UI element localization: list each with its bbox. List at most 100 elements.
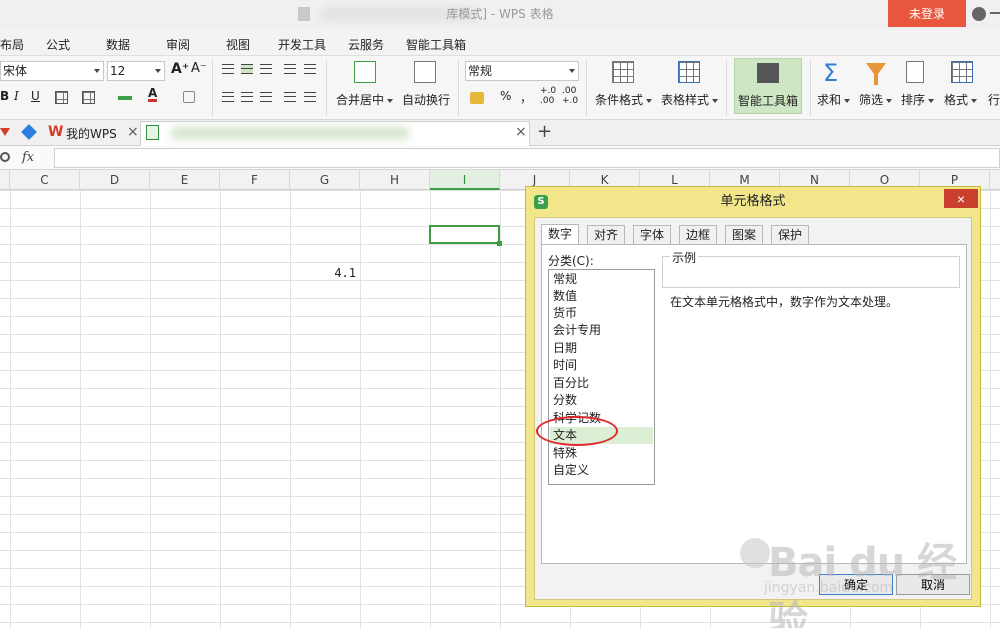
column-header-partial[interactable]	[0, 170, 10, 190]
row-column-button[interactable]: 行	[988, 91, 1000, 108]
align-top-icon[interactable]	[222, 64, 234, 74]
tab-number[interactable]: 数字	[541, 224, 580, 245]
tab-close-document[interactable]: ×	[515, 124, 527, 140]
category-number[interactable]: 数值	[550, 288, 653, 305]
menu-formula[interactable]: 公式	[46, 36, 70, 53]
tab-protection[interactable]: 保护	[771, 225, 810, 244]
category-date[interactable]: 日期	[550, 340, 653, 357]
fill-pattern-icon[interactable]	[82, 91, 95, 104]
align-bottom-icon[interactable]	[260, 64, 272, 74]
category-fraction[interactable]: 分数	[550, 392, 653, 409]
document-tab-bar: W 我的WPS × × +	[0, 120, 1000, 146]
align-right-icon[interactable]	[260, 92, 272, 102]
category-list[interactable]: 常规 数值 货币 会计专用 日期 时间 百分比 分数 科学记数 文本 特殊 自定…	[548, 269, 655, 485]
column-header-i[interactable]: I	[430, 170, 500, 190]
menu-cloud[interactable]: 云服务	[348, 36, 384, 53]
minimize-icon[interactable]	[990, 12, 1000, 14]
align-left-icon[interactable]	[222, 92, 234, 102]
sort-icon[interactable]	[906, 61, 924, 83]
menu-data[interactable]: 数据	[106, 36, 130, 53]
cell-g-value[interactable]: 4.1	[300, 266, 356, 280]
category-percentage[interactable]: 百分比	[550, 375, 653, 392]
menu-smart-toolbox[interactable]: 智能工具箱	[406, 36, 466, 53]
category-accounting[interactable]: 会计专用	[550, 322, 653, 339]
category-custom[interactable]: 自定义	[550, 462, 653, 479]
column-header-h[interactable]: H	[360, 170, 430, 190]
category-special[interactable]: 特殊	[550, 445, 653, 462]
font-name-select[interactable]: 宋体	[0, 61, 104, 81]
clear-format-icon[interactable]	[183, 91, 195, 103]
menu-developer[interactable]: 开发工具	[278, 36, 326, 53]
wrap-text-icon[interactable]	[414, 61, 436, 83]
format-button[interactable]: 格式	[944, 91, 978, 108]
table-style-button[interactable]: 表格样式	[661, 91, 719, 108]
login-button[interactable]: 未登录	[888, 0, 966, 27]
number-format-value: 常规	[468, 64, 493, 78]
sum-button[interactable]: 求和	[817, 91, 851, 108]
align-center-icon[interactable]	[241, 92, 253, 102]
conditional-format-button[interactable]: 条件格式	[595, 91, 653, 108]
smart-toolbox-button[interactable]: 智能工具箱	[734, 58, 802, 114]
dropdown-icon[interactable]	[0, 128, 10, 136]
conditional-format-icon[interactable]	[612, 61, 634, 83]
font-color-button[interactable]: A	[148, 87, 158, 102]
tab-alignment[interactable]: 对齐	[587, 225, 626, 244]
fill-handle[interactable]	[497, 241, 502, 246]
skin-icon[interactable]	[972, 7, 986, 21]
dialog-close-button[interactable]: ×	[944, 189, 978, 208]
tab-close-my-wps[interactable]: ×	[127, 124, 139, 140]
font-shrink-button[interactable]: A⁻	[191, 61, 207, 76]
category-currency[interactable]: 货币	[550, 305, 653, 322]
tab-my-wps[interactable]: 我的WPS	[66, 125, 117, 142]
column-header-g[interactable]: G	[290, 170, 360, 190]
new-tab-button[interactable]: +	[537, 121, 552, 142]
separator	[326, 60, 327, 116]
fill-color-icon[interactable]	[118, 96, 132, 100]
wrap-text-button[interactable]: 自动换行	[402, 91, 450, 108]
filter-icon[interactable]	[866, 63, 886, 85]
grid-line	[80, 190, 81, 628]
active-cell[interactable]	[429, 225, 500, 244]
tab-pattern[interactable]: 图案	[725, 225, 764, 244]
merge-center-button[interactable]: 合并居中	[336, 91, 394, 108]
column-header-e[interactable]: E	[150, 170, 220, 190]
column-header-f[interactable]: F	[220, 170, 290, 190]
menu-layout[interactable]: 布局	[0, 36, 24, 53]
number-format-select[interactable]: 常规	[465, 61, 579, 81]
comma-button[interactable]: ，	[520, 89, 532, 106]
category-general[interactable]: 常规	[550, 271, 653, 288]
bold-button[interactable]: B	[0, 89, 9, 103]
category-time[interactable]: 时间	[550, 357, 653, 374]
font-grow-button[interactable]: A⁺	[171, 61, 189, 77]
function-button[interactable]: fx	[22, 150, 34, 165]
search-icon[interactable]	[0, 152, 10, 162]
increase-indent-icon[interactable]	[304, 64, 316, 74]
tab-border[interactable]: 边框	[679, 225, 718, 244]
percent-button[interactable]: %	[500, 89, 511, 103]
merge-center-icon[interactable]	[354, 61, 376, 83]
menu-review[interactable]: 审阅	[166, 36, 190, 53]
sum-icon[interactable]: Σ	[823, 59, 838, 87]
decrease-decimal-button[interactable]: .00 +.0	[562, 86, 580, 106]
column-header-c[interactable]: C	[10, 170, 80, 190]
format-icon[interactable]	[951, 61, 973, 83]
cube-icon[interactable]	[21, 124, 37, 140]
currency-icon[interactable]	[470, 92, 484, 104]
italic-button[interactable]: I	[14, 89, 19, 103]
font-name-value: 宋体	[3, 64, 28, 78]
underline-button[interactable]: U	[31, 89, 40, 103]
font-size-select[interactable]: 12	[107, 61, 165, 81]
formula-input[interactable]	[54, 148, 1000, 168]
menu-view[interactable]: 视图	[226, 36, 250, 53]
sort-button[interactable]: 排序	[901, 91, 935, 108]
distributed-icon[interactable]	[304, 92, 316, 102]
increase-decimal-button[interactable]: +.0 .00	[540, 86, 558, 106]
border-icon[interactable]	[55, 91, 68, 104]
align-middle-icon[interactable]	[241, 64, 253, 74]
column-header-d[interactable]: D	[80, 170, 150, 190]
tab-font[interactable]: 字体	[633, 225, 672, 244]
justify-icon[interactable]	[284, 92, 296, 102]
table-style-icon[interactable]	[678, 61, 700, 83]
decrease-indent-icon[interactable]	[284, 64, 296, 74]
filter-button[interactable]: 筛选	[859, 91, 893, 108]
